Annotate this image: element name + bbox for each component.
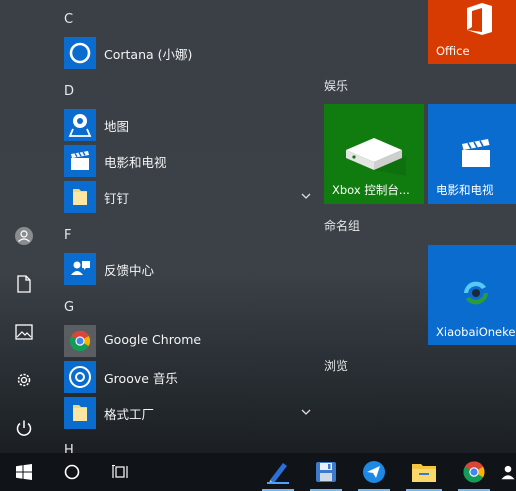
taskbar-send-app[interactable] [352, 453, 396, 491]
start-rail [0, 0, 48, 453]
section-header-f[interactable]: F [64, 228, 71, 243]
tile-group-browse[interactable]: 浏览 [324, 357, 348, 374]
app-item-groove-music[interactable]: Groove 音乐 [64, 361, 304, 393]
app-label: 反馈中心 [104, 263, 155, 278]
task-view-icon [112, 465, 128, 478]
file-explorer-icon [412, 464, 436, 482]
xbox-tile[interactable]: Xbox 控制台... [324, 104, 424, 204]
taskbar [0, 453, 516, 491]
windows-start-icon [16, 464, 32, 480]
tile-label: Xbox 控制台... [332, 183, 410, 197]
start-menu: C Cortana (小娜) D 地图 电影和电视 钉钉 F 反馈中心 G Go… [0, 0, 516, 453]
start-button[interactable] [0, 453, 48, 491]
groove-music-icon [64, 361, 96, 393]
section-header-g[interactable]: G [64, 300, 74, 315]
app-list: C Cortana (小娜) D 地图 电影和电视 钉钉 F 反馈中心 G Go… [48, 0, 312, 453]
settings-button[interactable] [8, 364, 40, 396]
folder-icon [64, 397, 96, 429]
tile-label: Office [436, 44, 470, 58]
taskbar-file-explorer[interactable] [400, 453, 448, 491]
chrome-icon [463, 461, 485, 483]
chevron-down-icon[interactable] [300, 190, 312, 202]
taskbar-save-app[interactable] [304, 453, 348, 491]
pen-app-icon [267, 463, 289, 484]
power-icon [16, 420, 32, 436]
tile-group-named[interactable]: 命名组 [324, 217, 360, 234]
tile-label: XiaobaiOnekey [436, 325, 516, 339]
app-label: 地图 [104, 119, 130, 134]
section-header-d[interactable]: D [64, 84, 74, 99]
app-label: 钉钉 [104, 191, 130, 206]
tile-group-entertainment[interactable]: 娱乐 [324, 77, 348, 94]
pictures-icon [15, 324, 33, 340]
task-view-button[interactable] [96, 453, 144, 491]
app-folder-dingtalk[interactable]: 钉钉 [64, 181, 311, 213]
app-folder-format-factory[interactable]: 格式工厂 [64, 397, 311, 429]
office-tile[interactable]: Office [428, 0, 516, 64]
app-label: Groove 音乐 [104, 371, 178, 386]
section-header-c[interactable]: C [64, 12, 73, 27]
tile-label: 电影和电视 [436, 183, 494, 197]
office-icon [467, 3, 492, 35]
taskbar-chrome[interactable] [452, 453, 496, 491]
user-app-icon [501, 465, 515, 480]
power-button[interactable] [8, 412, 40, 444]
app-item-feedback-hub[interactable]: 反馈中心 [64, 253, 304, 285]
settings-icon [17, 373, 31, 387]
user-icon [15, 227, 33, 245]
chevron-down-icon[interactable] [300, 406, 312, 418]
app-label: 电影和电视 [104, 155, 167, 170]
app-label: 格式工厂 [104, 407, 155, 422]
app-item-movies-tv[interactable]: 电影和电视 [64, 145, 304, 177]
cortana-icon [64, 37, 96, 69]
taskbar-pen-app[interactable] [256, 453, 300, 491]
documents-button[interactable] [8, 268, 40, 300]
movies-tv-tile[interactable]: 电影和电视 [428, 104, 516, 204]
movies-tv-icon [462, 139, 490, 167]
xbox-console-icon [346, 138, 406, 176]
cortana-search-icon [64, 464, 80, 480]
feedback-hub-icon [64, 253, 96, 285]
xiaobai-onekey-icon [464, 281, 488, 305]
chrome-icon [64, 325, 96, 357]
pictures-button[interactable] [8, 316, 40, 348]
app-item-maps[interactable]: 地图 [64, 109, 304, 141]
taskbar-user-app[interactable] [500, 453, 516, 491]
app-label: Cortana (小娜) [104, 47, 193, 62]
floppy-save-icon [316, 462, 336, 482]
xiaobai-onekey-tile[interactable]: XiaobaiOnekey [428, 245, 516, 345]
cortana-search-button[interactable] [48, 453, 96, 491]
app-label: Google Chrome [104, 332, 202, 347]
app-item-cortana[interactable]: Cortana (小娜) [64, 37, 304, 69]
maps-icon [64, 109, 96, 141]
section-header-h[interactable]: H [64, 443, 74, 453]
user-account-button[interactable] [8, 220, 40, 252]
app-item-google-chrome[interactable]: Google Chrome [64, 325, 304, 357]
folder-icon [64, 181, 96, 213]
movies-tv-icon [64, 145, 96, 177]
documents-icon [17, 275, 31, 293]
send-app-icon [363, 461, 385, 483]
